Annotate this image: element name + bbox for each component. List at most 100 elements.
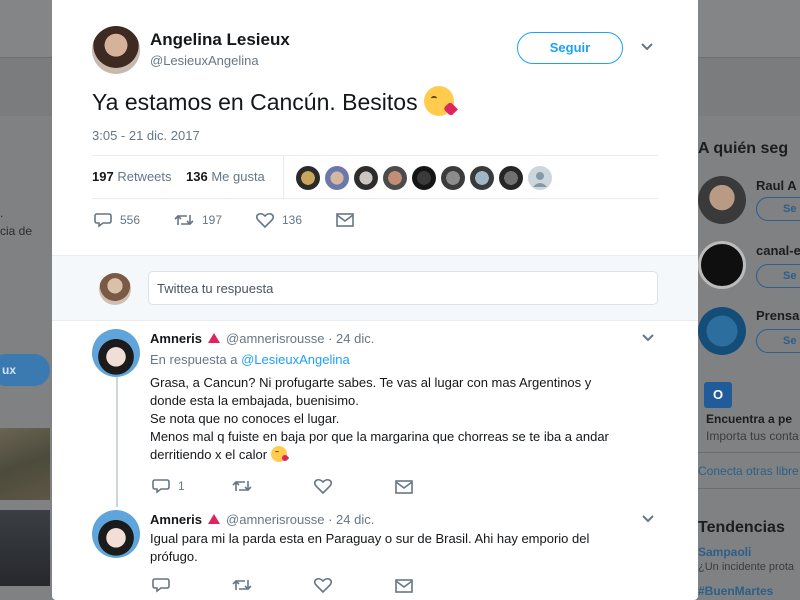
reply-author-handle[interactable]: @amnerisrousse [226,331,324,346]
in-reply-label: En respuesta a [150,352,238,367]
liker-avatar[interactable] [470,166,494,190]
divider [698,488,800,489]
suggestion-follow-button: Se [756,264,800,288]
liker-avatar[interactable] [383,166,407,190]
retweet-icon [232,480,252,492]
direct-message-action[interactable] [336,212,362,227]
reply-line: Igual para mi la parda esta en Paraguay … [150,531,590,546]
reply-line-last: derritiendo x el calor [150,446,650,464]
reply-icon [94,213,112,228]
reply-author-avatar[interactable] [92,510,140,558]
default-avatar-icon[interactable] [528,166,552,190]
avatar [698,176,746,224]
reply-author-name[interactable]: Amneris [150,512,202,527]
reply-count: 556 [120,213,141,227]
likes-label: Me gusta [211,169,265,184]
likes-count: 136 [185,169,208,184]
chevron-down-icon[interactable] [638,38,656,56]
chevron-down-icon[interactable] [642,333,654,345]
reply-icon [152,479,170,494]
divider [92,198,658,199]
retweets-stat[interactable]: 197 Retweets [92,169,172,184]
tweet-text: Ya estamos en Cancún. Besitos [92,86,454,116]
reply-text: Igual para mi la parda esta en Paraguay … [150,530,650,566]
reply-author-name[interactable]: Amneris [150,331,202,346]
current-user-avatar [99,273,131,305]
author-handle[interactable]: @LesieuxAngelina [150,53,259,68]
author-avatar[interactable] [92,26,140,74]
author-name[interactable]: Angelina Lesieux [150,30,290,50]
outlook-subtitle: Importa tus conta [706,429,799,443]
envelope-icon [395,480,413,494]
warning-triangle-icon [208,514,221,524]
background-photo [0,510,50,586]
heart-icon [313,577,333,594]
reply-header: Amneris @amnerisrousse · 24 dic. [150,512,374,527]
retweet-action[interactable] [232,478,260,494]
reply-date[interactable]: · 24 dic. [328,331,374,346]
reply-header: Amneris @amnerisrousse · 24 dic. [150,331,374,346]
in-reply-link[interactable]: @LesieuxAngelina [241,352,350,367]
tweet-timestamp[interactable]: 3:05 - 21 dic. 2017 [92,128,200,143]
reply-author-handle[interactable]: @amnerisrousse [226,512,324,527]
divider [698,452,800,453]
who-to-follow-title: A quién seg [698,140,789,157]
reply-line: derritiendo x el calor [150,447,268,462]
reply-action[interactable]: 556 [94,212,140,228]
like-count: 136 [282,213,303,227]
retweet-icon [174,214,194,226]
follow-button[interactable]: Seguir [517,32,623,64]
retweet-action[interactable]: 197 [174,212,222,228]
reply-input[interactable]: Twittea tu respuesta [148,271,658,305]
retweets-label: Retweets [117,169,172,184]
reply-line: Se nota que no conoces el lugar. [150,411,340,426]
retweets-count: 197 [92,169,114,184]
like-action[interactable] [313,577,340,594]
divider [92,155,658,156]
suggestion-name: canal-e [756,243,800,258]
direct-message-action[interactable] [395,578,421,593]
kiss-emoji-icon [423,86,454,116]
liker-avatar[interactable] [296,166,320,190]
trend-item: Sampaoli [698,545,752,559]
suggestion-name: Raul A [756,178,797,193]
liker-avatar[interactable] [325,166,349,190]
avatar [698,307,746,355]
reply-composer: Twittea tu respuesta [52,255,698,321]
outlook-title: Encuentra a pe [706,412,793,426]
reply-action[interactable]: 1 [152,478,185,494]
liker-avatar[interactable] [412,166,436,190]
thread-line [116,377,118,507]
tweet-stats: 197 Retweets 136 Me gusta [92,169,265,184]
tweet-modal: Angelina Lesieux @LesieuxAngelina Seguir… [52,0,698,600]
warning-triangle-icon [208,333,221,343]
chevron-down-icon[interactable] [642,514,654,526]
reply-line: prófugo. [150,549,198,564]
background-left-text: . [0,206,4,220]
retweet-action[interactable] [232,577,260,593]
direct-message-action[interactable] [395,479,421,494]
retweet-count: 197 [202,213,223,227]
like-action[interactable]: 136 [255,212,303,229]
trend-item: #BuenMartes [698,584,774,598]
likes-stat[interactable]: 136 Me gusta [186,169,265,184]
liker-avatar[interactable] [441,166,465,190]
kiss-emoji-icon [271,446,288,462]
divider [283,155,284,198]
reply-line: Grasa, a Cancun? Ni profugarte sabes. Te… [150,375,592,390]
retweet-icon [232,579,252,591]
background-photo [0,428,50,500]
heart-icon [255,212,275,229]
reply-action[interactable] [152,577,178,593]
liker-avatar[interactable] [499,166,523,190]
suggestion-follow-button: Se [756,329,800,353]
reply-line: donde esta la embajada, buenisimo. [150,393,359,408]
liker-avatar[interactable] [354,166,378,190]
reply-author-avatar[interactable] [92,329,140,377]
background-left-button: ux [0,354,50,386]
heart-icon [313,478,333,495]
suggestion-follow-button: Se [756,197,800,221]
like-action[interactable] [313,478,340,495]
envelope-icon [395,579,413,593]
reply-date[interactable]: · 24 dic. [328,512,374,527]
